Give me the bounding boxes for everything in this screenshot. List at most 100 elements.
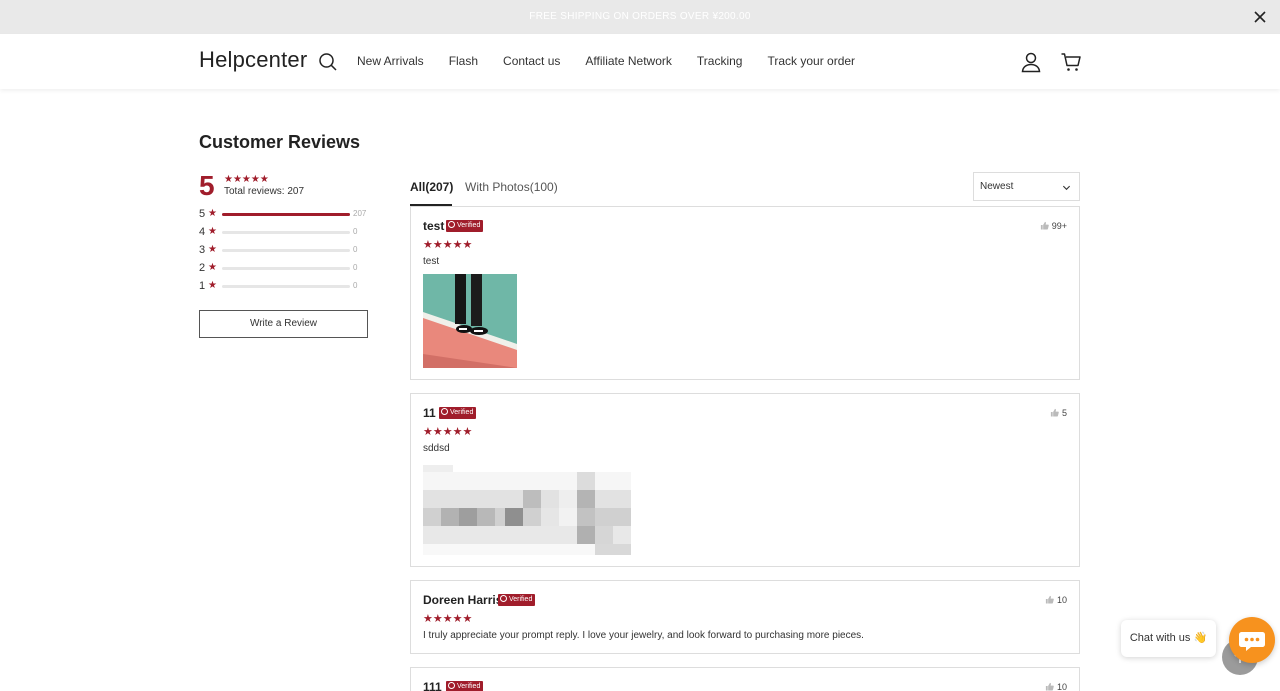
chat-prompt[interactable]: Chat with us 👋: [1121, 620, 1216, 657]
write-review-button[interactable]: Write a Review: [199, 310, 368, 338]
rating-number: 1: [199, 280, 206, 292]
main-nav: New Arrivals Flash Contact us Affiliate …: [357, 54, 880, 68]
rating-bar-fill: [222, 213, 350, 216]
chat-button[interactable]: [1229, 617, 1275, 663]
rating-count: 0: [353, 227, 358, 236]
star-icon: ★: [208, 280, 217, 291]
rating-bar-3[interactable]: 3 ★ 0: [199, 244, 369, 256]
sort-select[interactable]: Newest: [973, 172, 1080, 201]
star-icon: ★: [208, 208, 217, 219]
rating-bar-1[interactable]: 1 ★ 0: [199, 280, 369, 292]
search-icon: [319, 53, 337, 71]
rating-number: 2: [199, 262, 206, 274]
rating-count: 0: [353, 245, 358, 254]
search-button[interactable]: [318, 52, 338, 72]
review-card: 11 Verified ★★★★★ sddsd 5: [410, 393, 1080, 567]
rating-number: 3: [199, 244, 206, 256]
like-button[interactable]: 99+: [1040, 221, 1067, 231]
like-button[interactable]: 5: [1050, 408, 1067, 418]
nav-contact-us[interactable]: Contact us: [503, 54, 560, 68]
verified-badge: Verified: [446, 681, 484, 691]
review-photo[interactable]: [423, 274, 517, 368]
like-count: 5: [1061, 408, 1067, 418]
reviewer-name: 11: [423, 406, 436, 420]
review-text: test: [423, 256, 440, 267]
check-circle-icon: [448, 682, 455, 689]
rating-number: 5: [199, 208, 206, 220]
thumbs-up-icon: [1045, 682, 1054, 691]
nav-flash[interactable]: Flash: [449, 54, 478, 68]
total-reviews: Total reviews: 207: [224, 186, 305, 197]
verified-label: Verified: [509, 596, 533, 603]
review-text: I truly appreciate your prompt reply. I …: [423, 630, 864, 641]
star-icon: ★: [208, 244, 217, 255]
rating-bar-2[interactable]: 2 ★ 0: [199, 262, 369, 274]
verified-badge: Verified: [446, 220, 484, 232]
average-score: 5: [199, 170, 215, 201]
like-count: 10: [1056, 682, 1067, 691]
like-button[interactable]: 10: [1045, 682, 1067, 691]
verified-badge: Verified: [439, 407, 477, 419]
review-stars: ★★★★★: [423, 426, 473, 438]
nav-track-your-order[interactable]: Track your order: [767, 54, 855, 68]
review-card: 111 Verified 10: [410, 667, 1080, 691]
user-icon: [1021, 52, 1041, 73]
close-icon: [1254, 11, 1266, 23]
reviewer-name: test: [423, 219, 445, 233]
verified-badge: Verified: [498, 594, 536, 606]
rating-count: 0: [353, 281, 358, 290]
rating-count: 0: [353, 263, 358, 272]
tab-all[interactable]: All(207): [410, 180, 453, 194]
site-logo[interactable]: Helpcenter: [199, 47, 307, 73]
star-icon: ★: [208, 226, 217, 237]
review-photo-image: [423, 274, 517, 368]
rating-bar-track: [222, 231, 350, 234]
nav-new-arrivals[interactable]: New Arrivals: [357, 54, 424, 68]
cart-button[interactable]: [1060, 51, 1082, 73]
review-text: sddsd: [423, 443, 450, 454]
review-photo-image: [423, 465, 631, 555]
reviewer-name: 111: [423, 680, 442, 691]
rating-bar-track: [222, 249, 350, 252]
rating-number: 4: [199, 226, 206, 238]
thumbs-up-icon: [1040, 221, 1049, 230]
average-stars: ★★★★★: [224, 174, 269, 185]
announcement-bar: FREE SHIPPING ON ORDERS OVER ¥200.00: [0, 0, 1280, 34]
check-circle-icon: [448, 221, 455, 228]
check-circle-icon: [500, 595, 507, 602]
page-title: Customer Reviews: [199, 132, 361, 152]
chevron-down-icon: [1062, 185, 1071, 191]
review-card: Doreen Harris Verified ★★★★★ I truly app…: [410, 580, 1080, 654]
verified-label: Verified: [450, 409, 474, 416]
verified-label: Verified: [457, 222, 481, 229]
announcement-text: FREE SHIPPING ON ORDERS OVER ¥200.00: [529, 11, 751, 22]
reviewer-name: Doreen Harris: [423, 593, 503, 607]
review-card: test Verified ★★★★★ test 99+: [410, 206, 1080, 380]
like-count: 10: [1056, 595, 1067, 605]
nav-tracking[interactable]: Tracking: [697, 54, 743, 68]
site-header: Helpcenter New Arrivals Flash Contact us…: [0, 34, 1280, 89]
rating-bar-track: [222, 285, 350, 288]
tab-with-photos[interactable]: With Photos(100): [465, 180, 558, 194]
rating-count: 207: [353, 209, 367, 218]
review-stars: ★★★★★: [423, 613, 473, 625]
verified-label: Verified: [457, 683, 481, 690]
account-button[interactable]: [1020, 51, 1042, 73]
rating-bar-track: [222, 267, 350, 270]
rating-bar-4[interactable]: 4 ★ 0: [199, 226, 369, 238]
star-icon: ★: [208, 262, 217, 273]
rating-bar-track: [222, 213, 350, 216]
thumbs-up-icon: [1045, 595, 1054, 604]
like-button[interactable]: 10: [1045, 595, 1067, 605]
review-stars: ★★★★★: [423, 239, 473, 251]
close-announcement-button[interactable]: [1250, 7, 1270, 27]
cart-icon: [1061, 53, 1081, 71]
like-count: 99+: [1051, 221, 1067, 231]
sort-value: Newest: [980, 181, 1014, 192]
check-circle-icon: [441, 408, 448, 415]
chat-icon: [1239, 632, 1265, 651]
thumbs-up-icon: [1050, 408, 1059, 417]
nav-affiliate-network[interactable]: Affiliate Network: [585, 54, 671, 68]
review-photo[interactable]: [423, 465, 631, 555]
rating-bar-5[interactable]: 5 ★ 207: [199, 208, 369, 220]
